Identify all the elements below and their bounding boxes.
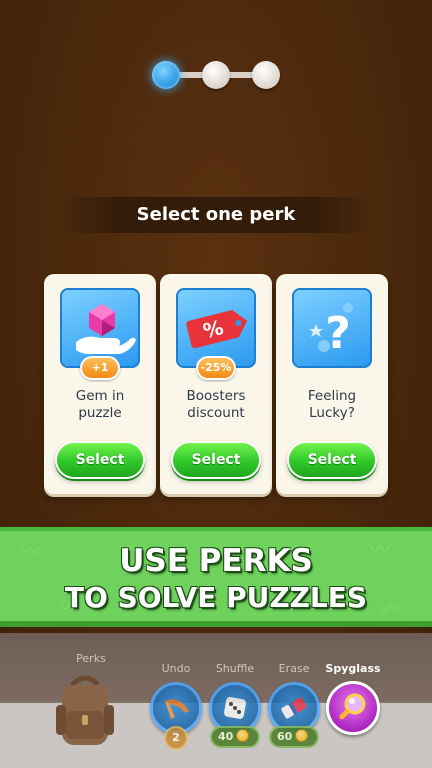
erase-cost-value: 60 [277, 730, 293, 743]
perk-title-line2: puzzle [78, 405, 122, 421]
perk-title-line1: Feeling [307, 388, 357, 404]
perk-card-gem: +1 Gem in puzzle Select [44, 274, 156, 494]
tool-label-spyglass: Spyglass [325, 662, 381, 675]
step-dot-3 [252, 61, 280, 89]
magnifier-icon [339, 693, 366, 720]
undo-count-badge: 2 [164, 726, 188, 750]
perk-card-lucky: ? Feeling Lucky? Select [276, 274, 388, 494]
perk-badge: +1 [80, 356, 120, 380]
promo-line-2: TO SOLVE PUZZLES [64, 581, 368, 614]
perk-title-line2: discount [187, 405, 245, 421]
coin-icon [295, 729, 309, 742]
eraser-icon [281, 697, 307, 719]
perk-title-line1: Boosters [186, 388, 246, 404]
dice-icon [224, 697, 246, 719]
perk-title: Gem in puzzle [48, 388, 152, 422]
perk-title: Boosters discount [164, 388, 268, 422]
perk-title-line2: Lucky? [309, 405, 355, 421]
shuffle-cost: 40 [210, 726, 260, 748]
perk-title-line1: Gem in [75, 388, 125, 404]
select-button-gem[interactable]: Select [55, 441, 145, 479]
step-progress [150, 60, 282, 90]
shuffle-cost-value: 40 [218, 730, 234, 743]
step-dot-2 [202, 61, 230, 89]
select-button-lucky[interactable]: Select [287, 441, 377, 479]
perk-image: ? [292, 288, 372, 368]
page-title: Select one perk [60, 197, 372, 233]
select-button-boosters[interactable]: Select [171, 441, 261, 479]
perk-badge: -25% [196, 356, 236, 380]
perk-title: Feeling Lucky? [280, 388, 384, 422]
backpack-icon[interactable] [52, 671, 118, 751]
step-dot-1-active [152, 61, 180, 89]
boomerang-icon [165, 699, 189, 719]
coin-icon [236, 729, 250, 742]
svg-text:?: ? [325, 308, 351, 359]
question-mark-icon: ? [309, 303, 353, 359]
perks-label: Perks [76, 652, 106, 665]
perk-card-boosters: % -25% Boosters discount Select [160, 274, 272, 494]
promo-banner: 〰 〰 〰 〰 〰 〰 USE PERKS TO SOLVE PUZZLES [0, 527, 432, 627]
spyglass-button[interactable] [326, 681, 380, 735]
promo-line-1: USE PERKS [119, 543, 313, 579]
erase-cost: 60 [269, 726, 319, 748]
